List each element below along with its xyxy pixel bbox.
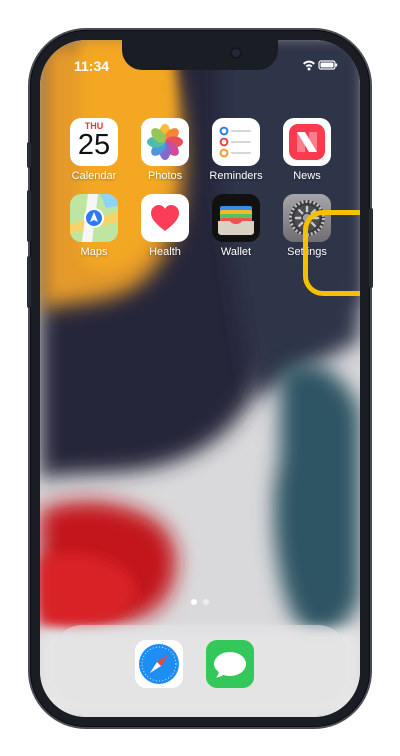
- notch: [122, 40, 278, 70]
- wifi-icon: [303, 60, 315, 71]
- phone-frame: 11:34 THU 25 Calendar Photos Reminders N…: [27, 30, 373, 727]
- app-reminders[interactable]: Reminders: [202, 118, 270, 182]
- status-icons: [302, 58, 338, 76]
- battery-icon: [318, 60, 338, 70]
- app-label: Reminders: [209, 170, 263, 182]
- wallet-icon: [212, 194, 260, 242]
- app-label: Calendar: [71, 170, 117, 182]
- maps-icon: [70, 194, 118, 242]
- messages-icon[interactable]: [206, 640, 254, 688]
- page-dot-active: [191, 599, 197, 605]
- photos-icon: [141, 118, 189, 166]
- page-indicator[interactable]: [40, 592, 360, 610]
- app-news[interactable]: News: [273, 118, 341, 182]
- volume-down-button: [27, 256, 31, 308]
- app-calendar[interactable]: THU 25 Calendar: [60, 118, 128, 182]
- news-icon: [283, 118, 331, 166]
- settings-highlight-ring: [303, 210, 360, 296]
- home-screen: 11:34 THU 25 Calendar Photos Reminders N…: [40, 40, 360, 717]
- app-photos[interactable]: Photos: [131, 118, 199, 182]
- page-dot: [203, 599, 209, 605]
- volume-up-button: [27, 190, 31, 242]
- status-time: 11:34: [74, 58, 110, 74]
- app-label: News: [293, 170, 321, 182]
- app-label: Maps: [80, 246, 108, 258]
- app-label: Health: [149, 246, 181, 258]
- reminders-icon: [212, 118, 260, 166]
- safari-icon[interactable]: [135, 640, 183, 688]
- dock: [54, 625, 346, 703]
- health-icon: [141, 194, 189, 242]
- app-maps[interactable]: Maps: [60, 194, 128, 258]
- app-wallet[interactable]: Wallet: [202, 194, 270, 258]
- calendar-icon: THU 25: [70, 118, 118, 166]
- power-button: [369, 208, 373, 288]
- app-label: Photos: [147, 170, 183, 182]
- app-label: Wallet: [220, 246, 252, 258]
- app-health[interactable]: Health: [131, 194, 199, 258]
- action-button: [27, 142, 31, 168]
- front-camera: [232, 49, 240, 57]
- calendar-date: 25: [77, 129, 111, 161]
